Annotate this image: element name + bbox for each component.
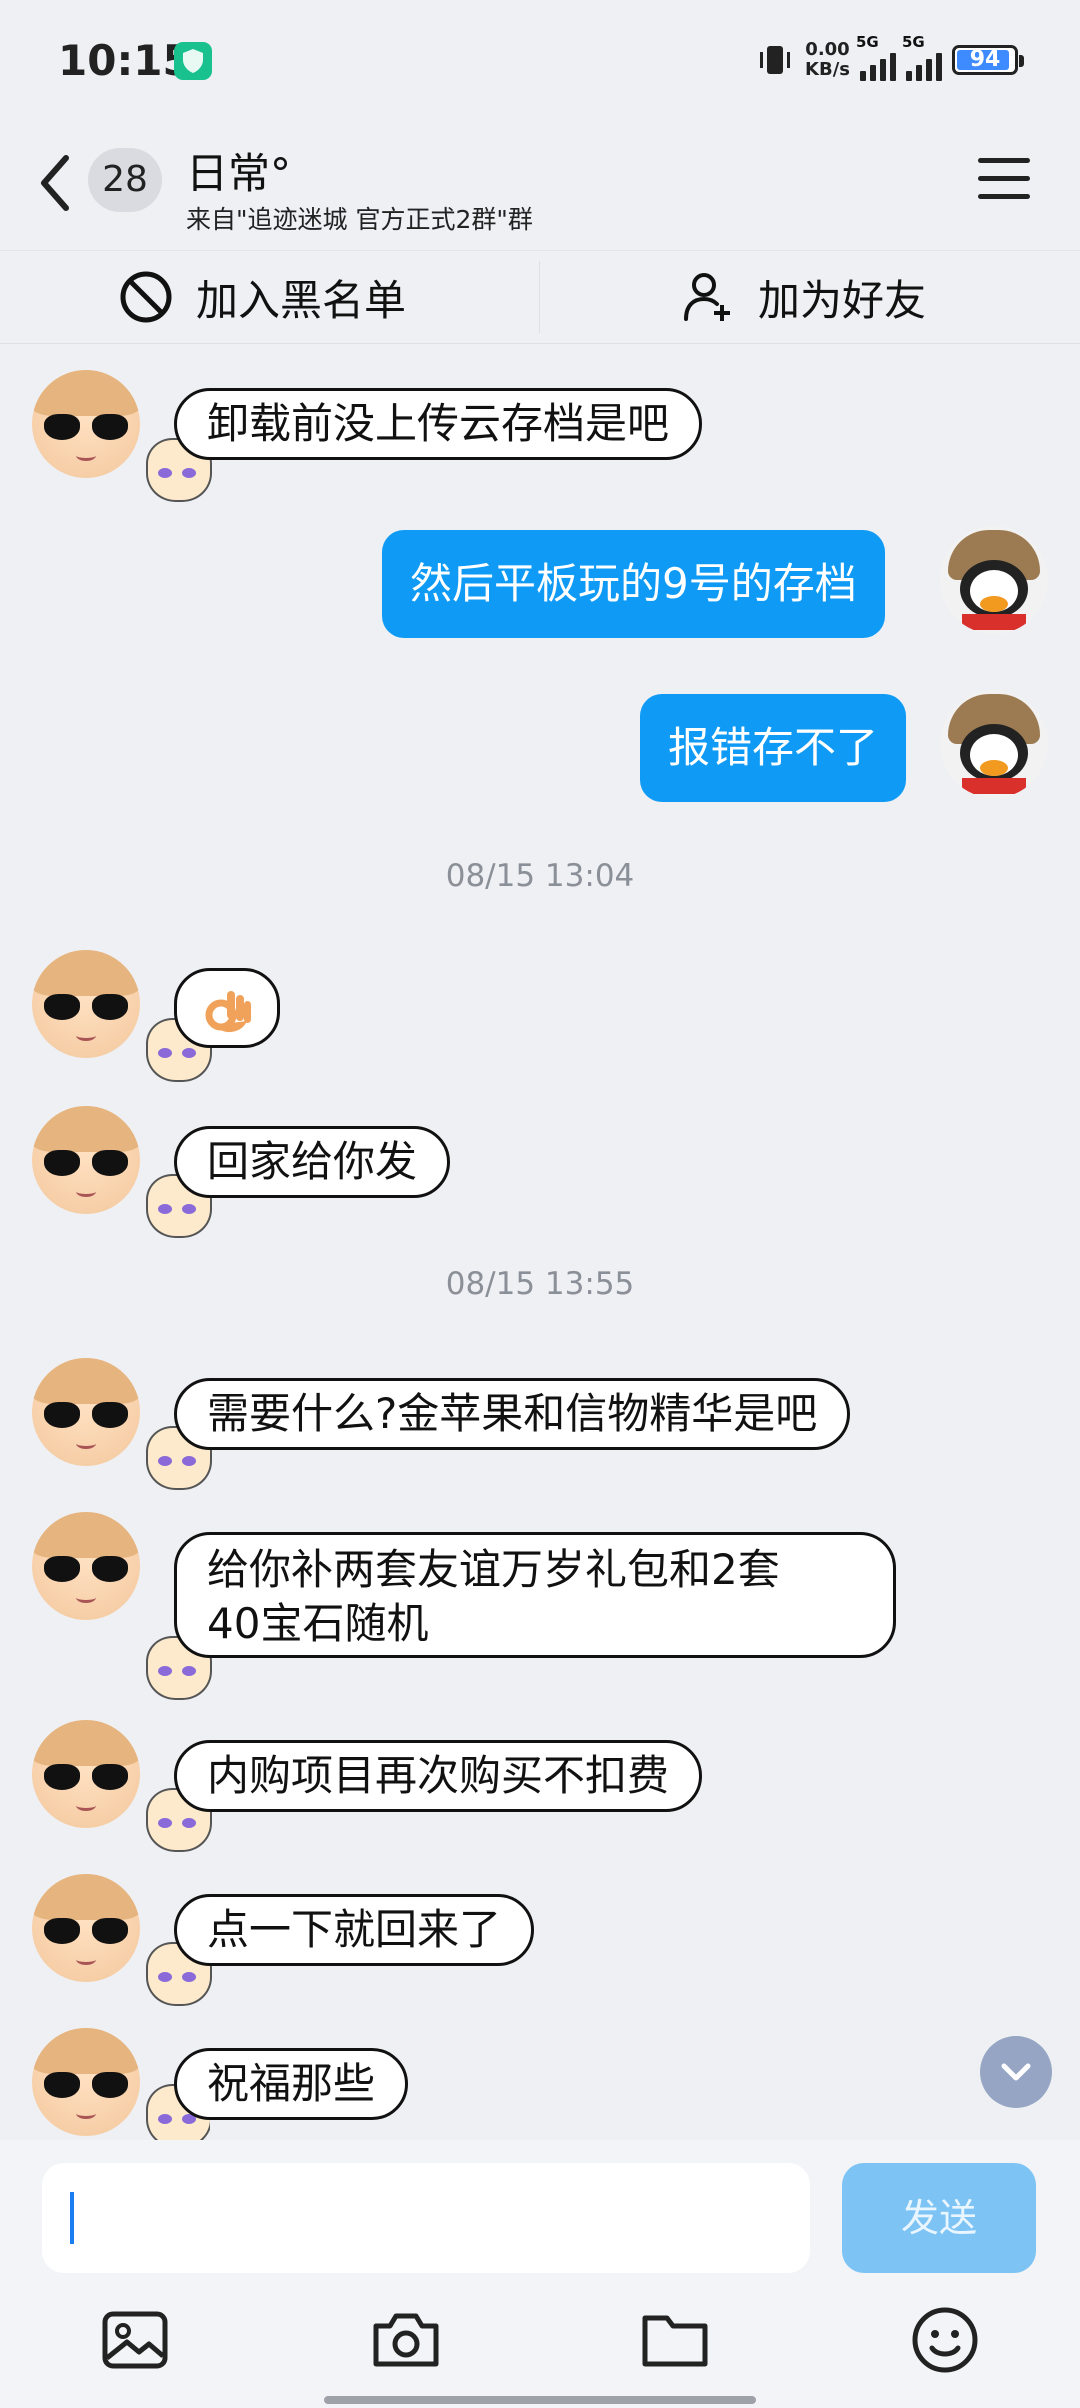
network-speed: 0.00 KB/s [805, 40, 850, 80]
sender-avatar[interactable] [32, 1874, 140, 1982]
block-icon [120, 271, 172, 323]
composer-toolbar [0, 2300, 1080, 2380]
message-bubble-incoming[interactable]: 祝福那些 [174, 2048, 409, 2120]
network-speed-unit: KB/s [805, 59, 850, 80]
scroll-to-bottom-button[interactable] [980, 2036, 1052, 2108]
message-bubble-incoming[interactable]: 回家给你发 [174, 1126, 451, 1198]
chat-title: 日常° [186, 149, 292, 198]
block-label: 加入黑名单 [196, 275, 407, 325]
emoji-icon[interactable] [905, 2300, 985, 2380]
folder-icon[interactable] [635, 2300, 715, 2380]
signal-sim1-icon: 5G [856, 33, 896, 81]
sender-avatar[interactable] [32, 1720, 140, 1828]
sim1-type: 5G [856, 33, 879, 51]
image-icon[interactable] [95, 2300, 175, 2380]
action-divider [539, 261, 540, 333]
chevron-down-icon [1001, 2063, 1031, 2081]
sender-avatar[interactable] [32, 1512, 140, 1620]
add-friend-label: 加为好友 [758, 275, 927, 325]
my-avatar[interactable] [940, 526, 1048, 634]
battery-icon: 94 [952, 45, 1024, 75]
message-bubble-outgoing[interactable]: 然后平板玩的9号的存档 [382, 530, 885, 638]
unread-count-badge[interactable]: 28 [88, 148, 162, 212]
battery-level: 94 [969, 47, 1001, 72]
message-bubble-incoming[interactable]: 需要什么?金苹果和信物精华是吧 [174, 1378, 851, 1450]
message-bubble-incoming[interactable]: 给你补两套友谊万岁礼包和2套 40宝石随机 [174, 1532, 896, 1658]
message-bubble-incoming[interactable]: 点一下就回来了 [174, 1894, 535, 1966]
send-button[interactable]: 发送 [842, 2163, 1036, 2273]
message-line: 40宝石随机 [207, 1599, 429, 1648]
message-input[interactable] [42, 2163, 810, 2273]
status-time: 10:15 [58, 36, 192, 85]
block-button[interactable]: 加入黑名单 [118, 251, 406, 343]
text-cursor [70, 2192, 74, 2244]
signal-sim2-icon: 5G [902, 33, 942, 81]
chat-header [0, 125, 1080, 250]
sender-avatar[interactable] [32, 1106, 140, 1214]
message-bubble-incoming[interactable]: 内购项目再次购买不扣费 [174, 1740, 703, 1812]
chat-subtitle: 来自"追迹迷城 官方正式2群"群 [186, 205, 533, 234]
message-timestamp: 08/15 13:04 [445, 858, 635, 894]
status-bar: 10:15 0.00 KB/s 5G 5G 94 [0, 0, 1080, 125]
network-speed-value: 0.00 [805, 39, 850, 60]
sender-avatar[interactable] [32, 950, 140, 1058]
sender-avatar[interactable] [32, 1358, 140, 1466]
my-avatar[interactable] [940, 690, 1048, 798]
security-shield-icon [174, 42, 212, 80]
sender-avatar[interactable] [32, 2028, 140, 2136]
sim2-type: 5G [902, 33, 925, 51]
status-indicators: 0.00 KB/s 5G 5G 94 [755, 33, 1024, 82]
camera-icon[interactable] [366, 2300, 446, 2380]
back-arrow-icon[interactable] [36, 150, 76, 216]
stranger-action-bar: 加入黑名单 加为好友 [0, 250, 1080, 344]
message-timestamp: 08/15 13:55 [445, 1266, 635, 1302]
menu-icon[interactable] [978, 158, 1030, 200]
vibrate-icon [760, 46, 791, 74]
message-bubble-incoming[interactable]: 卸载前没上传云存档是吧 [174, 388, 703, 460]
sender-avatar[interactable] [32, 370, 140, 478]
message-line: 给你补两套友谊万岁礼包和2套 [207, 1545, 780, 1594]
message-bubble-outgoing[interactable]: 报错存不了 [640, 694, 907, 802]
add-friend-button[interactable]: 加为好友 [680, 251, 926, 343]
home-indicator[interactable] [324, 2396, 756, 2404]
ok-hand-emoji-icon [205, 990, 251, 1032]
add-friend-icon [684, 273, 730, 321]
message-bubble-incoming[interactable] [174, 968, 280, 1048]
